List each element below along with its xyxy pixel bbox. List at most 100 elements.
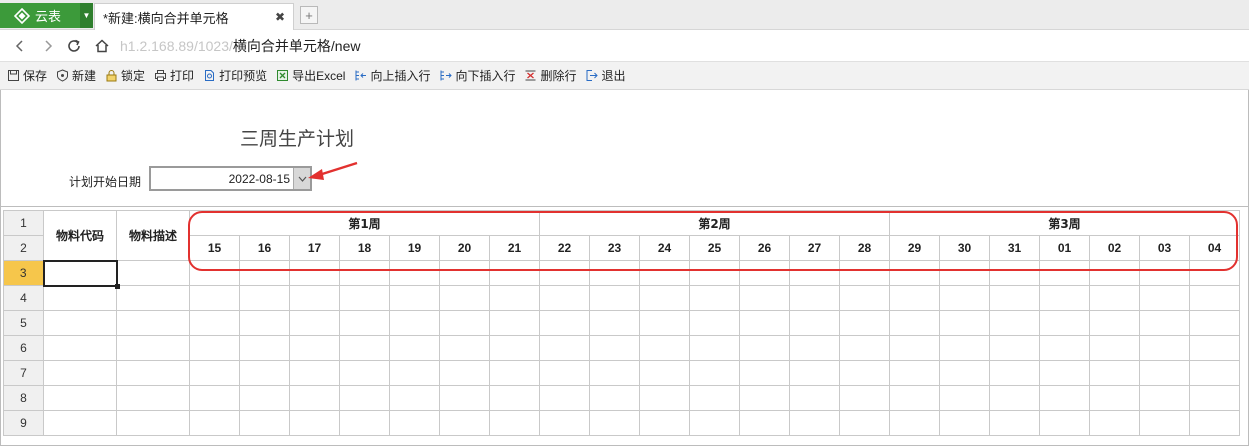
grid-cell[interactable] [339, 360, 390, 386]
day-header[interactable]: 16 [239, 235, 290, 261]
grid-cell[interactable] [789, 335, 840, 361]
grid-cell[interactable] [639, 385, 690, 411]
new-tab-button[interactable]: + [300, 6, 318, 24]
forward-icon[interactable] [38, 36, 58, 56]
grid-cell[interactable] [289, 310, 340, 336]
tab-document[interactable]: *新建:横向合并单元格 ✖ [94, 3, 294, 30]
grid-cell[interactable] [1089, 310, 1140, 336]
start-date-picker[interactable]: 2022-08-15 [149, 166, 312, 191]
grid-cell[interactable] [489, 285, 540, 311]
app-dropdown-icon[interactable]: ▼ [80, 3, 93, 28]
week-header[interactable]: 第1周 [189, 210, 540, 236]
day-header[interactable]: 22 [539, 235, 590, 261]
grid-cell[interactable] [339, 385, 390, 411]
grid-cell[interactable] [189, 360, 240, 386]
grid-cell[interactable] [1139, 360, 1190, 386]
grid-cell[interactable] [239, 285, 290, 311]
row-header[interactable]: 8 [3, 385, 44, 411]
row-header[interactable]: 6 [3, 335, 44, 361]
grid-cell[interactable] [539, 285, 590, 311]
grid-cell[interactable] [839, 385, 890, 411]
grid-cell[interactable] [1089, 360, 1140, 386]
grid-cell[interactable] [43, 410, 117, 436]
new-button[interactable]: 新建 [56, 67, 96, 84]
row-header[interactable]: 5 [3, 310, 44, 336]
grid-cell[interactable] [339, 310, 390, 336]
grid-cell[interactable] [489, 310, 540, 336]
grid-cell[interactable] [889, 360, 940, 386]
grid-cell[interactable] [989, 335, 1040, 361]
day-header[interactable]: 04 [1189, 235, 1240, 261]
grid-cell[interactable] [389, 410, 440, 436]
grid-cell[interactable] [489, 385, 540, 411]
grid-cell[interactable] [789, 310, 840, 336]
grid-cell[interactable] [1139, 410, 1190, 436]
grid-cell[interactable] [489, 260, 540, 286]
grid-cell[interactable] [839, 360, 890, 386]
grid-cell[interactable] [43, 360, 117, 386]
grid-cell[interactable] [689, 260, 740, 286]
material-code-header[interactable]: 物料代码 [43, 210, 117, 261]
grid-cell[interactable] [1139, 310, 1190, 336]
grid-cell[interactable] [289, 410, 340, 436]
day-header[interactable]: 24 [639, 235, 690, 261]
grid-cell[interactable] [1189, 360, 1240, 386]
grid-cell[interactable] [939, 285, 990, 311]
print-button[interactable]: 打印 [154, 67, 194, 84]
grid-cell[interactable] [389, 310, 440, 336]
grid-cell[interactable] [1139, 385, 1190, 411]
grid-cell[interactable] [539, 385, 590, 411]
grid-cell[interactable] [739, 410, 790, 436]
grid-cell[interactable] [1139, 335, 1190, 361]
grid-cell[interactable] [989, 360, 1040, 386]
grid-cell[interactable] [889, 335, 940, 361]
grid-cell[interactable] [1039, 385, 1090, 411]
grid-cell[interactable] [689, 410, 740, 436]
lock-button[interactable]: 锁定 [105, 67, 145, 84]
grid-cell[interactable] [339, 410, 390, 436]
grid-cell[interactable] [889, 410, 940, 436]
grid-cell[interactable] [739, 360, 790, 386]
grid-cell[interactable] [639, 335, 690, 361]
grid-cell[interactable] [1039, 310, 1090, 336]
grid-cell[interactable] [189, 385, 240, 411]
row-header[interactable]: 2 [3, 235, 44, 261]
day-header[interactable]: 15 [189, 235, 240, 261]
grid-cell[interactable] [639, 410, 690, 436]
grid-cell[interactable] [839, 285, 890, 311]
grid-cell[interactable] [939, 385, 990, 411]
grid-cell[interactable] [1089, 410, 1140, 436]
grid-cell[interactable] [43, 285, 117, 311]
day-header[interactable]: 25 [689, 235, 740, 261]
grid-cell[interactable] [989, 410, 1040, 436]
grid-cell[interactable] [689, 360, 740, 386]
grid-cell[interactable] [939, 360, 990, 386]
grid-cell[interactable] [439, 360, 490, 386]
active-cell[interactable] [42, 259, 121, 290]
day-header[interactable]: 21 [489, 235, 540, 261]
row-header[interactable]: 1 [3, 210, 44, 236]
grid-cell[interactable] [1189, 410, 1240, 436]
row-header[interactable]: 4 [3, 285, 44, 311]
grid-cell[interactable] [989, 385, 1040, 411]
day-header[interactable]: 17 [289, 235, 340, 261]
grid-cell[interactable] [289, 335, 340, 361]
grid-cell[interactable] [116, 410, 190, 436]
grid-cell[interactable] [239, 385, 290, 411]
grid-cell[interactable] [789, 385, 840, 411]
grid-cell[interactable] [839, 410, 890, 436]
grid-cell[interactable] [439, 410, 490, 436]
grid-cell[interactable] [1089, 285, 1140, 311]
grid-cell[interactable] [789, 285, 840, 311]
grid-cell[interactable] [1139, 285, 1190, 311]
grid-cell[interactable] [589, 310, 640, 336]
week-header[interactable]: 第3周 [889, 210, 1240, 236]
day-header[interactable]: 23 [589, 235, 640, 261]
grid-cell[interactable] [189, 410, 240, 436]
grid-cell[interactable] [489, 360, 540, 386]
grid-cell[interactable] [116, 310, 190, 336]
grid-cell[interactable] [43, 335, 117, 361]
grid-cell[interactable] [539, 360, 590, 386]
grid-cell[interactable] [1089, 385, 1140, 411]
grid-cell[interactable] [589, 385, 640, 411]
